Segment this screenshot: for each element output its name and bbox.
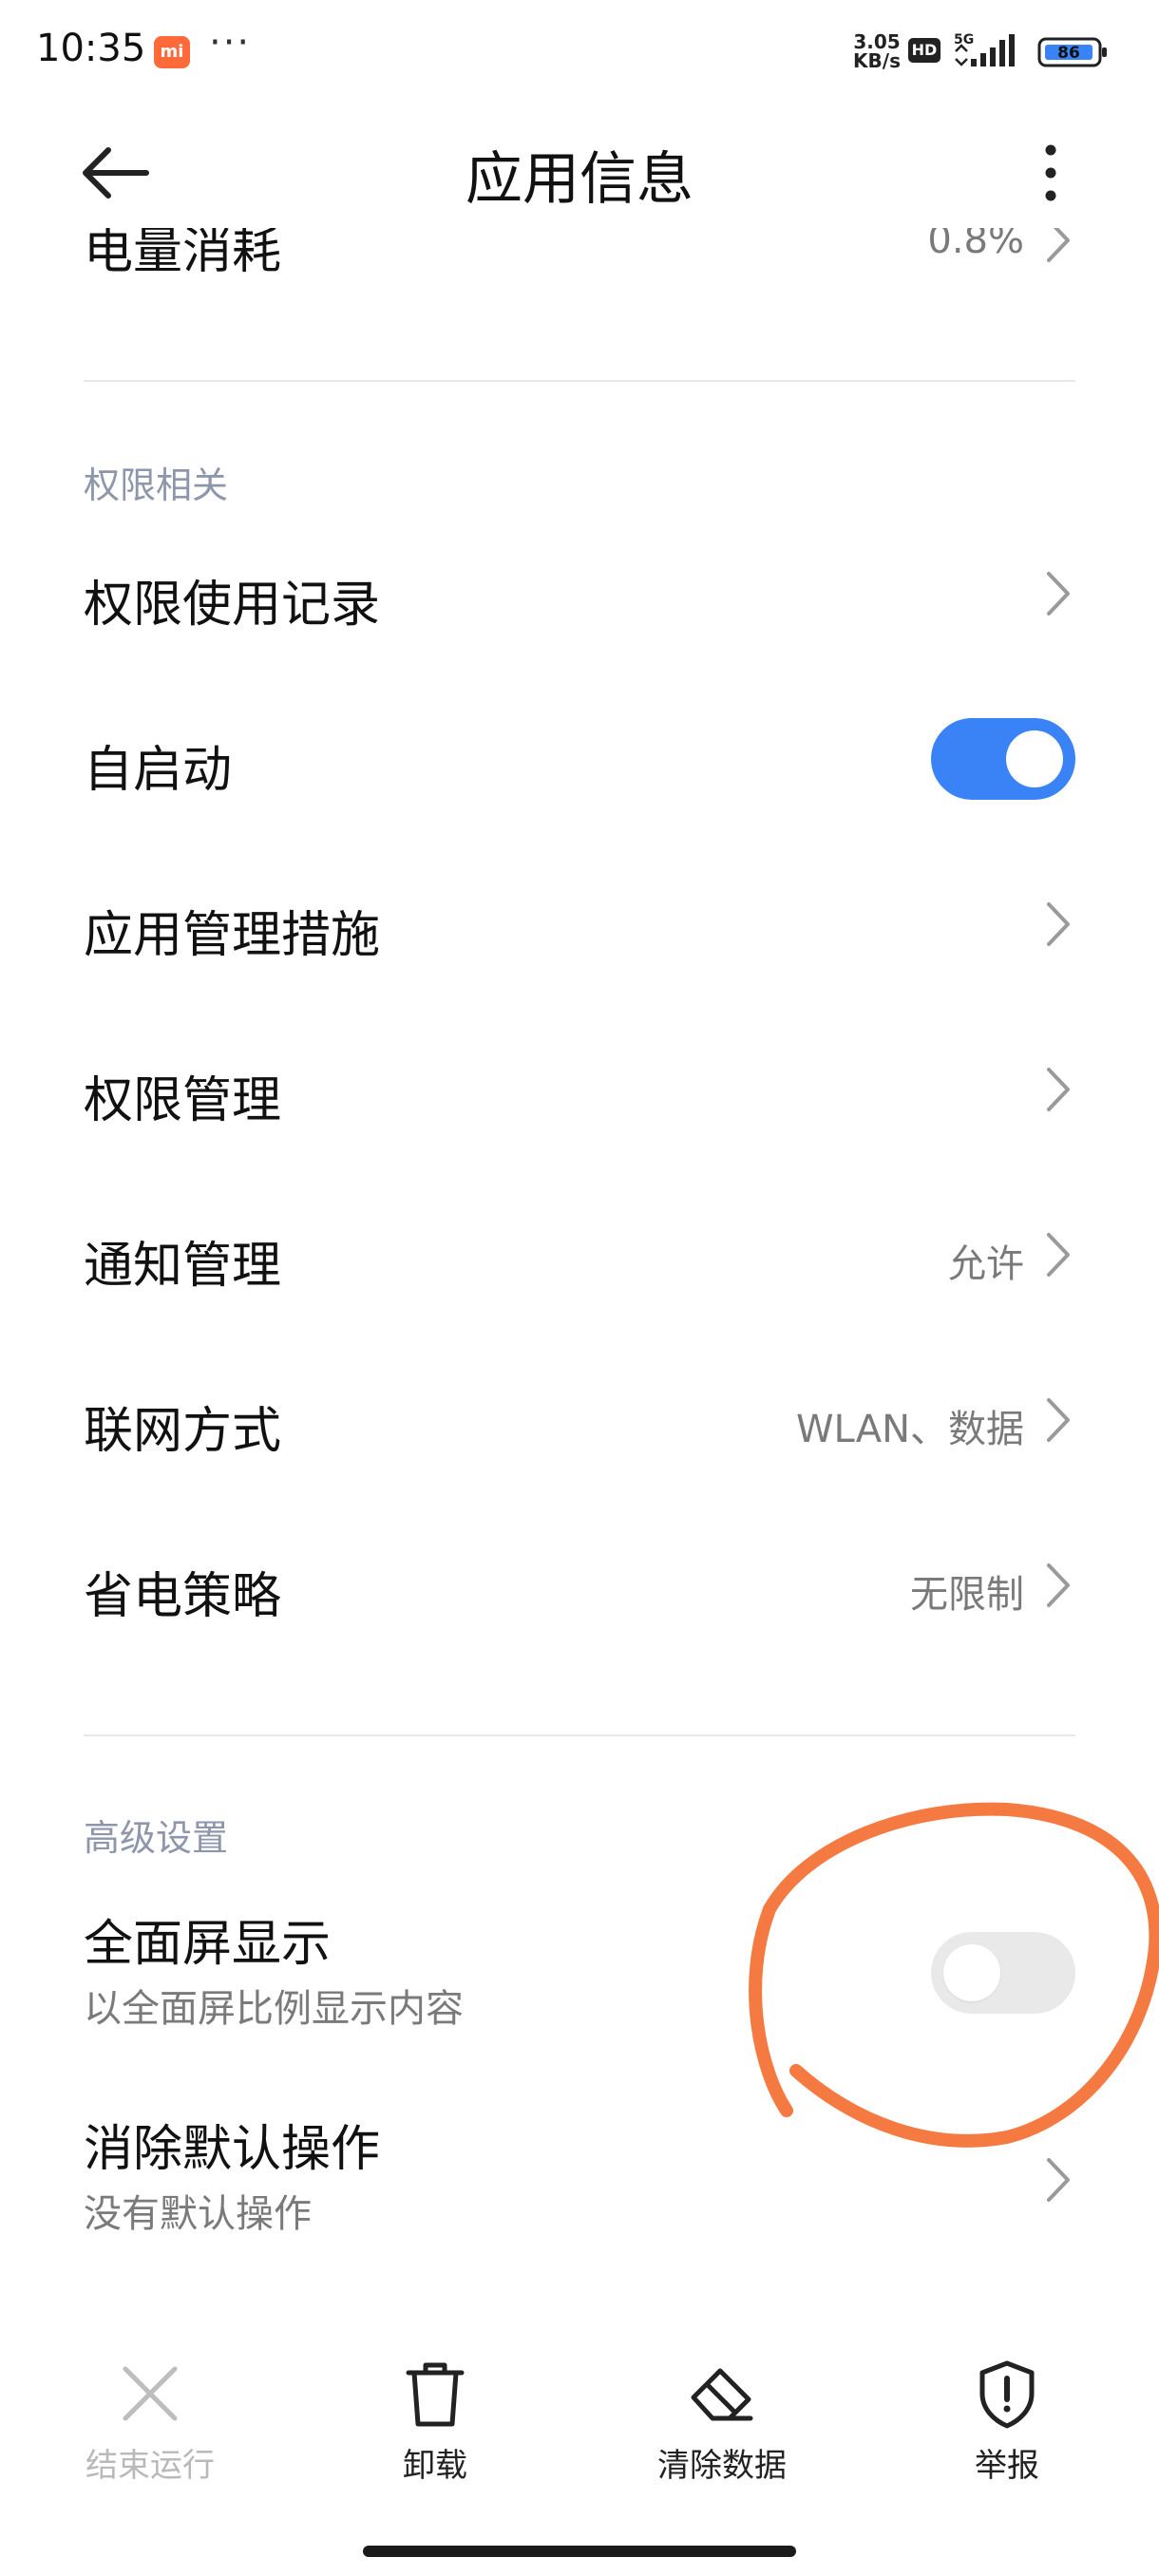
row-title: 电量消耗 xyxy=(84,228,282,280)
section-header-advanced: 高级设置 xyxy=(84,1817,229,1859)
battery-level: 86 xyxy=(1057,44,1080,63)
row-title: 通知管理 xyxy=(84,1238,282,1295)
shield-alert-icon xyxy=(979,2360,1035,2429)
chevron-right-icon xyxy=(1047,2158,1070,2202)
trash-icon xyxy=(406,2362,465,2427)
row-value: 0.8% xyxy=(927,228,1024,262)
divider xyxy=(84,380,1075,382)
action-label: 卸载 xyxy=(403,2447,467,2485)
row-value: WLAN、数据 xyxy=(795,1408,1024,1451)
home-indicator[interactable] xyxy=(363,2546,796,2557)
section-header-permissions: 权限相关 xyxy=(84,464,229,506)
chevron-right-icon xyxy=(1047,572,1070,616)
action-label: 举报 xyxy=(975,2447,1039,2485)
status-time: 10:35 xyxy=(36,27,146,70)
network-access-row[interactable]: 联网方式 WLAN、数据 xyxy=(0,1339,1159,1501)
row-title: 省电策略 xyxy=(84,1568,282,1625)
fullscreen-display-row[interactable]: 全面屏显示 以全面屏比例显示内容 xyxy=(0,1881,1159,2071)
network-speed: 3.05 KB/s xyxy=(847,32,906,70)
action-label: 清除数据 xyxy=(657,2447,787,2485)
toggle-knob xyxy=(1006,730,1063,787)
row-title: 全面屏显示 xyxy=(84,1916,332,1973)
permission-management-row[interactable]: 权限管理 xyxy=(0,1009,1159,1170)
hd-icon: HD xyxy=(908,38,940,63)
app-bar: 应用信息 xyxy=(0,104,1159,228)
close-icon xyxy=(123,2366,178,2421)
force-stop-button[interactable]: 结束运行 xyxy=(36,2356,264,2527)
autostart-toggle[interactable] xyxy=(931,718,1075,800)
row-subtitle: 没有默认操作 xyxy=(84,2192,312,2236)
eraser-icon xyxy=(691,2368,753,2421)
chevron-right-icon xyxy=(1047,228,1070,262)
more-notifications-icon: ··· xyxy=(209,21,252,65)
more-options-button[interactable] xyxy=(1032,135,1070,211)
signal-icon: 5G xyxy=(952,30,1024,70)
row-title: 自启动 xyxy=(84,742,233,799)
network-speed-value: 3.05 xyxy=(853,30,901,53)
row-title: 权限使用记录 xyxy=(84,577,381,634)
row-title: 联网方式 xyxy=(84,1403,282,1460)
permission-usage-row[interactable]: 权限使用记录 xyxy=(0,513,1159,674)
row-value: 无限制 xyxy=(910,1573,1024,1617)
row-subtitle: 以全面屏比例显示内容 xyxy=(84,1987,464,2031)
chevron-right-icon xyxy=(1047,1233,1070,1277)
battery-icon: 86 xyxy=(1037,36,1110,68)
row-title: 应用管理措施 xyxy=(84,907,381,964)
report-button[interactable]: 举报 xyxy=(893,2356,1121,2527)
app-management-row[interactable]: 应用管理措施 xyxy=(0,843,1159,1005)
chevron-right-icon xyxy=(1047,1068,1070,1111)
fullscreen-display-toggle[interactable] xyxy=(931,1932,1075,2014)
network-type-label: 5G xyxy=(954,32,974,47)
page-title: 应用信息 xyxy=(466,146,694,213)
battery-saver-row[interactable]: 省电策略 无限制 xyxy=(0,1505,1159,1666)
clear-defaults-row[interactable]: 消除默认操作 没有默认操作 xyxy=(0,2086,1159,2276)
uninstall-button[interactable]: 卸载 xyxy=(321,2356,549,2527)
divider xyxy=(84,1734,1075,1736)
bottom-action-bar: 结束运行 卸载 清除数据 举报 xyxy=(0,2346,1159,2536)
more-vertical-icon xyxy=(1045,144,1056,201)
settings-list[interactable]: 电量消耗 0.8% 权限相关 权限使用记录 自启动 应用管理措施 权限管理 通知… xyxy=(0,228,1159,2346)
status-bar: 10:35 mi ··· 3.05 KB/s HD 5G 86 xyxy=(0,0,1159,104)
chevron-right-icon xyxy=(1047,1563,1070,1607)
row-value: 允许 xyxy=(948,1242,1024,1286)
row-title: 权限管理 xyxy=(84,1072,282,1129)
toggle-knob xyxy=(943,1944,1000,2001)
clear-data-button[interactable]: 清除数据 xyxy=(608,2356,836,2527)
autostart-row[interactable]: 自启动 xyxy=(0,678,1159,840)
network-speed-unit: KB/s xyxy=(853,49,901,72)
chevron-right-icon xyxy=(1047,1398,1070,1442)
mi-app-icon: mi xyxy=(154,36,190,68)
action-label: 结束运行 xyxy=(86,2447,215,2485)
battery-usage-row[interactable]: 电量消耗 0.8% xyxy=(0,228,1159,281)
chevron-right-icon xyxy=(1047,902,1070,946)
notification-management-row[interactable]: 通知管理 允许 xyxy=(0,1174,1159,1335)
row-title: 消除默认操作 xyxy=(84,2121,381,2178)
